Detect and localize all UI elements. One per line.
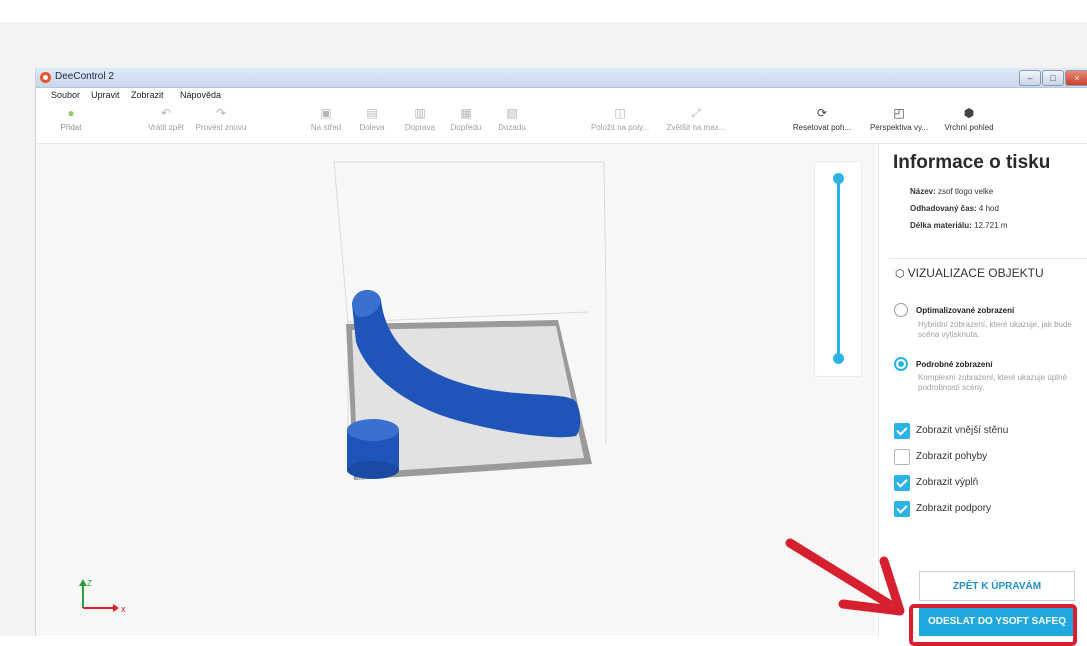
redo-button[interactable]: ↷ Provést znovu bbox=[192, 105, 250, 132]
minimize-button[interactable]: – bbox=[1019, 70, 1041, 86]
maximize-model-label: Zvětšit na max... bbox=[666, 123, 726, 132]
show-outer-wall-label[interactable]: Zobrazit vnější stěnu bbox=[916, 425, 1008, 436]
print-info-panel: Informace o tisku Název: zsof tlogo velk… bbox=[878, 144, 1087, 636]
center-icon: ▣ bbox=[320, 106, 332, 120]
name-value: zsof tlogo velke bbox=[938, 187, 994, 196]
align-right-label: Doprava bbox=[404, 123, 436, 132]
perspective-view-label: Perspektiva vy... bbox=[869, 123, 929, 132]
window-title: DeeControl 2 bbox=[55, 71, 114, 82]
annotation-highlight-box bbox=[909, 604, 1077, 646]
time-value: 4 hod bbox=[978, 204, 999, 213]
layer-slider-track bbox=[837, 178, 840, 358]
layer-slider-bottom-handle[interactable] bbox=[833, 352, 844, 364]
align-left-button[interactable]: ▤ Doleva bbox=[356, 105, 388, 132]
material-value: 12.721 m bbox=[974, 221, 1008, 230]
align-back-button[interactable]: ▧ Dozadu bbox=[492, 105, 532, 132]
layer-slider[interactable] bbox=[814, 161, 862, 377]
undo-icon: ↶ bbox=[160, 106, 172, 120]
align-right-button[interactable]: ▥ Doprava bbox=[400, 105, 440, 132]
maximize-button[interactable]: □ bbox=[1042, 70, 1064, 86]
maximize-model-button[interactable]: ⤢ Zvětšit na max... bbox=[660, 105, 732, 132]
panel-divider bbox=[889, 258, 1087, 259]
redo-label: Provést znovu bbox=[195, 123, 247, 132]
app-logo-icon bbox=[40, 72, 51, 83]
menu-edit[interactable]: Upravit bbox=[91, 90, 120, 100]
align-front-button[interactable]: ▦ Dopředu bbox=[446, 105, 486, 132]
menu-view[interactable]: Zobrazit bbox=[131, 90, 164, 100]
x-axis-label: x bbox=[121, 604, 126, 614]
3d-viewport[interactable]: s6.sc x Z bbox=[36, 144, 876, 636]
title-bar: DeeControl 2 – □ × bbox=[36, 68, 1087, 88]
show-moves-checkbox[interactable] bbox=[894, 449, 910, 465]
align-right-icon: ▥ bbox=[414, 106, 426, 120]
menu-help[interactable]: Nápověda bbox=[180, 90, 221, 100]
z-axis-arrow-icon bbox=[79, 579, 87, 586]
close-button[interactable]: × bbox=[1065, 70, 1087, 86]
name-label: Název: bbox=[910, 187, 936, 196]
top-view-label: Vrchní pohled bbox=[944, 123, 994, 132]
show-moves-label[interactable]: Zobrazit pohyby bbox=[916, 451, 987, 462]
show-infill-checkbox[interactable] bbox=[894, 475, 910, 491]
show-infill-label[interactable]: Zobrazit výplň bbox=[916, 477, 978, 488]
info-name: Název: zsof tlogo velke bbox=[910, 187, 993, 196]
menu-bar: Soubor Upravit Zobrazit Nápověda bbox=[36, 88, 1087, 103]
reset-view-button[interactable]: ⟳ Resetovat poh... bbox=[786, 105, 858, 132]
material-label: Délka materiálu: bbox=[910, 221, 972, 230]
optimized-view-label[interactable]: Optimalizované zobrazení bbox=[916, 306, 1014, 315]
perspective-view-button[interactable]: ◰ Perspektiva vy... bbox=[863, 105, 935, 132]
align-left-label: Doleva bbox=[359, 123, 385, 132]
add-icon: ● bbox=[67, 106, 75, 120]
center-button[interactable]: ▣ Na střed bbox=[308, 105, 344, 132]
scene-canvas: s6.sc bbox=[333, 161, 607, 481]
time-label: Odhadovaný čas: bbox=[910, 204, 977, 213]
add-label: Přidat bbox=[60, 123, 82, 132]
align-back-icon: ▧ bbox=[506, 106, 518, 120]
show-supports-label[interactable]: Zobrazit podpory bbox=[916, 503, 991, 514]
panel-title: Informace o tisku bbox=[893, 152, 1051, 173]
axis-gizmo: x Z bbox=[79, 579, 126, 614]
undo-button[interactable]: ↶ Vrátit zpět bbox=[143, 105, 189, 132]
back-to-edit-button[interactable]: ZPĚT K ÚPRAVÁM bbox=[919, 571, 1075, 601]
undo-label: Vrátit zpět bbox=[148, 123, 184, 132]
optimized-view-description: Hybridní zobrazení, které ukazuje, jak b… bbox=[918, 320, 1072, 339]
cube-icon: ⬡ bbox=[895, 268, 905, 280]
refresh-icon: ⟳ bbox=[816, 106, 828, 120]
toolbar: ● Přidat ↶ Vrátit zpět ↷ Provést znovu ▣… bbox=[36, 103, 1087, 144]
show-supports-checkbox[interactable] bbox=[894, 501, 910, 517]
app-window: DeeControl 2 – □ × Soubor Upravit Zobraz… bbox=[35, 68, 1087, 636]
reset-view-label: Resetovat poh... bbox=[792, 123, 852, 132]
model-cylinder-top bbox=[347, 419, 399, 441]
align-front-icon: ▦ bbox=[460, 106, 472, 120]
maximize-model-icon: ⤢ bbox=[691, 106, 701, 120]
model-cylinder-base bbox=[347, 461, 399, 479]
show-outer-wall-checkbox[interactable] bbox=[894, 423, 910, 439]
top-view-button[interactable]: ⬢ Vrchní pohled bbox=[938, 105, 1000, 132]
visualization-heading: ⬡ VIZUALIZACE OBJEKTU bbox=[895, 266, 1044, 280]
info-time: Odhadovaný čas: 4 hod bbox=[910, 204, 999, 213]
x-axis-arrow-icon bbox=[113, 604, 119, 612]
align-front-label: Dopředu bbox=[450, 123, 482, 132]
align-back-label: Dozadu bbox=[498, 123, 526, 132]
center-label: Na střed bbox=[310, 123, 342, 132]
perspective-cube-icon: ◰ bbox=[893, 106, 905, 120]
add-button[interactable]: ● Přidat bbox=[56, 105, 86, 132]
page-top-margin bbox=[0, 0, 1087, 22]
lay-flat-button[interactable]: ◫ Položit na poly... bbox=[584, 105, 656, 132]
z-axis-label: Z bbox=[87, 579, 92, 588]
menu-file[interactable]: Soubor bbox=[51, 90, 80, 100]
detailed-view-label[interactable]: Podrobné zobrazení bbox=[916, 360, 992, 369]
lay-flat-icon: ◫ bbox=[614, 106, 626, 120]
redo-icon: ↷ bbox=[215, 106, 227, 120]
lay-flat-label: Položit na poly... bbox=[590, 123, 650, 132]
layer-slider-top-handle[interactable] bbox=[833, 172, 844, 184]
optimized-view-radio[interactable] bbox=[894, 303, 908, 317]
detailed-view-description: Komplexní zobrazení, které ukazuje úplné… bbox=[918, 373, 1067, 392]
align-left-icon: ▤ bbox=[366, 106, 378, 120]
visualization-heading-text: VIZUALIZACE OBJEKTU bbox=[907, 266, 1044, 280]
detailed-view-radio[interactable] bbox=[894, 357, 908, 371]
top-cube-icon: ⬢ bbox=[963, 106, 975, 120]
info-material: Délka materiálu: 12.721 m bbox=[910, 221, 1007, 230]
